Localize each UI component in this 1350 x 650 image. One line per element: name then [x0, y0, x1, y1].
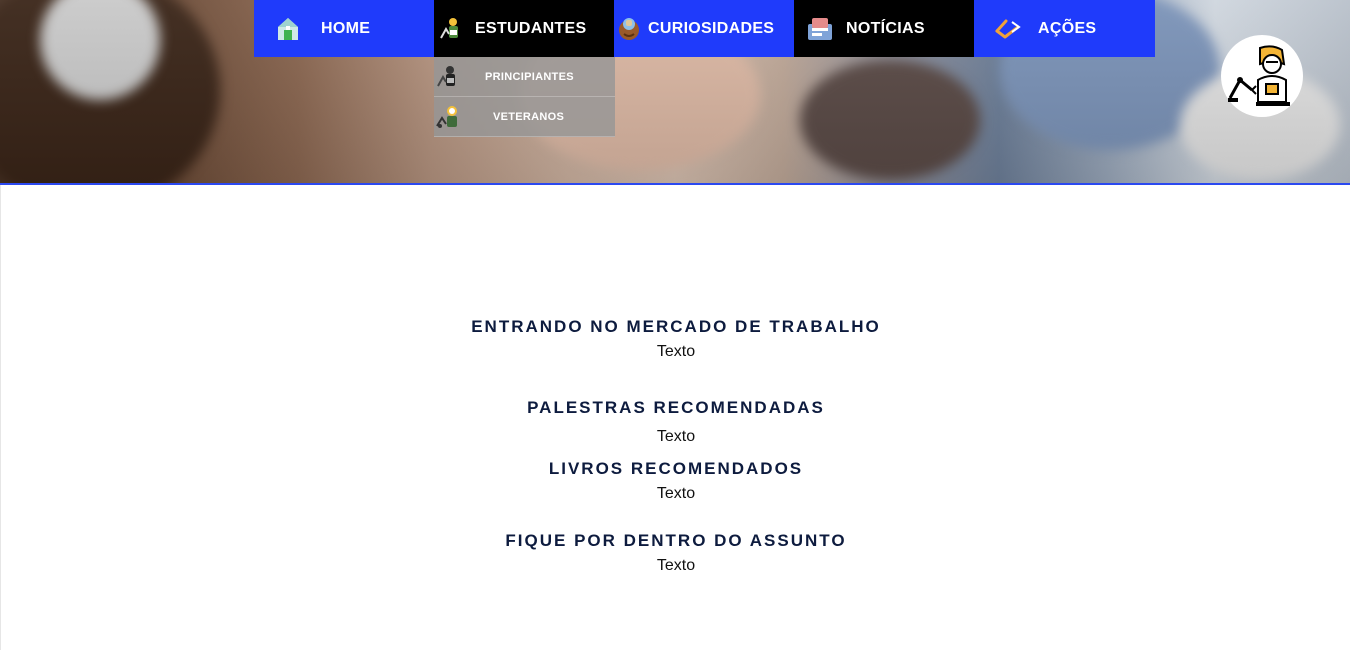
newspaper-icon	[806, 15, 834, 43]
section-text-mercado: Texto	[656, 343, 696, 360]
main-content: ENTRANDO NO MERCADO DE TRABALHO Texto PA…	[0, 185, 1350, 650]
veteran-icon	[434, 103, 462, 131]
nav-label: AÇÕES	[1038, 19, 1097, 37]
student-icon	[437, 15, 465, 43]
dropdown-item-principiantes[interactable]: PRINCIPIANTES	[434, 57, 615, 97]
section-title-palestras: PALESTRAS RECOMENDADAS	[527, 398, 825, 417]
nav-label: HOME	[321, 19, 371, 37]
dropdown-item-veteranos[interactable]: VETERANOS	[434, 97, 615, 137]
nav-item-home[interactable]: HOME	[254, 0, 434, 57]
section-text-livros: Texto	[656, 485, 696, 502]
brain-icon	[615, 15, 643, 43]
section-title-mercado: ENTRANDO NO MERCADO DE TRABALHO	[471, 317, 881, 336]
nav-item-noticias[interactable]: NOTÍCIAS	[794, 0, 974, 57]
estudantes-dropdown-menu: PRINCIPIANTES VETERANOS	[434, 57, 615, 137]
section-title-livros: LIVROS RECOMENDADOS	[548, 459, 804, 478]
main-nav: HOME ESTUDANTES CURIOSIDADES NOTÍCIAS AÇ…	[254, 0, 1155, 57]
site-logo[interactable]	[1221, 35, 1303, 117]
section-text-palestras: Texto	[656, 428, 696, 445]
house-icon	[274, 15, 302, 43]
nav-label: CURIOSIDADES	[648, 19, 775, 37]
beginner-icon	[434, 63, 462, 91]
engineer-robot-icon	[1228, 45, 1290, 106]
dropdown-label: PRINCIPIANTES	[485, 70, 574, 83]
nav-item-curiosidades[interactable]: CURIOSIDADES	[614, 0, 794, 57]
nav-label: ESTUDANTES	[475, 19, 587, 37]
nav-label: NOTÍCIAS	[846, 19, 925, 37]
section-text-assunto: Texto	[656, 557, 696, 574]
nav-item-estudantes[interactable]: ESTUDANTES	[434, 0, 614, 57]
nav-item-acoes[interactable]: AÇÕES	[974, 0, 1155, 57]
dropdown-label: VETERANOS	[493, 110, 565, 123]
section-title-assunto: FIQUE POR DENTRO DO ASSUNTO	[505, 531, 847, 550]
arrow-icon	[994, 15, 1022, 43]
